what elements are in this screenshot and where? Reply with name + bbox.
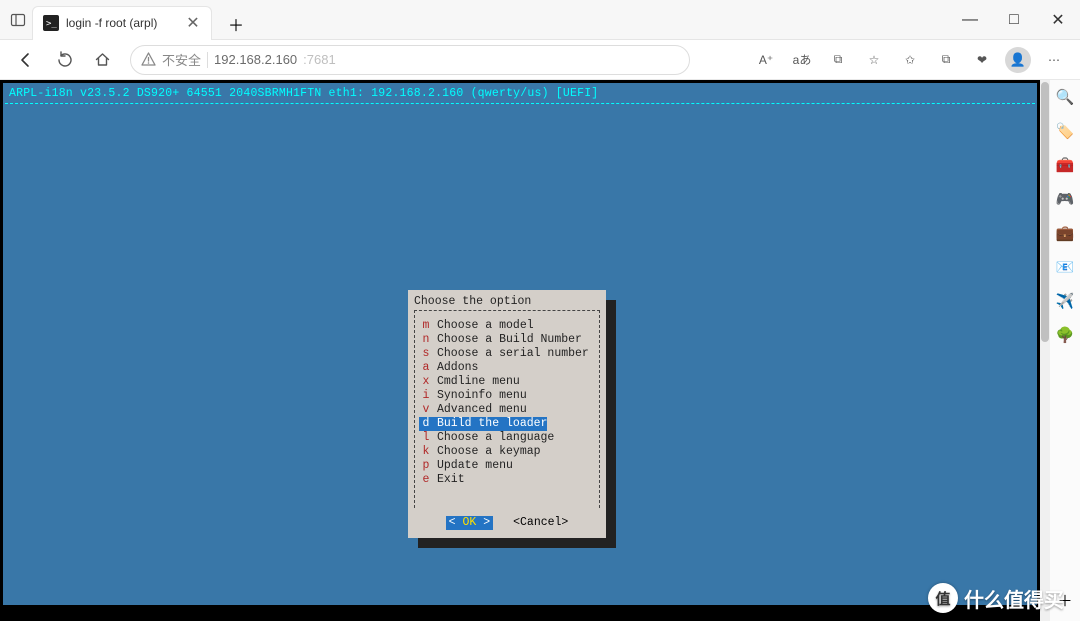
address-divider xyxy=(207,52,208,68)
browser-tab[interactable]: >_ login -f root (arpl) ✕ xyxy=(32,6,212,40)
menu-item[interactable]: kChoose a keymap xyxy=(419,445,595,459)
menu-item-key: x xyxy=(419,375,433,389)
scrollbar-thumb[interactable] xyxy=(1041,82,1049,342)
scrollbar-track[interactable] xyxy=(1040,80,1050,621)
menu-item-label: Addons xyxy=(433,361,478,375)
menu-item[interactable]: dBuild the loader xyxy=(419,417,595,431)
terminal-divider xyxy=(5,103,1035,104)
back-button[interactable] xyxy=(10,44,42,76)
menu-item-label: Exit xyxy=(433,473,465,487)
menu-item-key: l xyxy=(419,431,433,445)
menu-item-label: Choose a Build Number xyxy=(433,333,582,347)
sidebar-games-icon[interactable]: 🎮 xyxy=(1054,188,1076,210)
viewport-wrap: ARPL-i18n v23.5.2 DS920+ 64551 2040SBRMH… xyxy=(0,80,1080,621)
dialog-title: Choose the option xyxy=(414,295,531,309)
svg-text:>_: >_ xyxy=(46,19,57,29)
sidebar-tree-icon[interactable]: 🌳 xyxy=(1054,324,1076,346)
profile-avatar[interactable]: 👤 xyxy=(1002,44,1034,76)
maximize-button[interactable]: □ xyxy=(992,0,1036,40)
favorite-icon[interactable]: ☆ xyxy=(858,44,890,76)
refresh-button[interactable] xyxy=(48,44,80,76)
titlebar-left: >_ login -f root (arpl) ✕ ＋ xyxy=(0,0,250,39)
terminal-header: ARPL-i18n v23.5.2 DS920+ 64551 2040SBRMH… xyxy=(3,83,1037,103)
ok-button-label: OK xyxy=(462,516,476,529)
toolbar: 不安全 192.168.2.160 :7681 A⁺ aあ ⧉ ☆ ✩ ⧉ ❤ 👤… xyxy=(0,40,1080,80)
sidebar-search-icon[interactable]: 🔍 xyxy=(1054,86,1076,108)
sidebar-tools-icon[interactable]: 🧰 xyxy=(1054,154,1076,176)
avatar-icon: 👤 xyxy=(1005,47,1031,73)
menu-item-key: s xyxy=(419,347,433,361)
menu-item-key: d xyxy=(419,417,433,431)
sidebar-outlook-icon[interactable]: 📧 xyxy=(1054,256,1076,278)
menu-icon[interactable]: ⋯ xyxy=(1038,44,1070,76)
menu-item-label: Advanced menu xyxy=(433,403,527,417)
menu-item-key: k xyxy=(419,445,433,459)
sidebar-telegram-icon[interactable]: ✈️ xyxy=(1054,290,1076,312)
menu-item-label: Choose a model xyxy=(433,319,534,333)
menu-item-label: Synoinfo menu xyxy=(433,389,527,403)
sidebar-wallet-icon[interactable]: 💼 xyxy=(1054,222,1076,244)
insecure-icon xyxy=(141,52,156,67)
security-label: 不安全 xyxy=(162,50,201,69)
menu-item-label: Build the loader xyxy=(433,417,547,431)
tab-close-icon[interactable]: ✕ xyxy=(185,15,201,31)
dialog-inner: mChoose a modelnChoose a Build NumbersCh… xyxy=(414,310,600,508)
menu-item[interactable]: vAdvanced menu xyxy=(419,403,595,417)
menu-item-label: Choose a serial number xyxy=(433,347,589,361)
edge-sidebar: 🔍 🏷️ 🧰 🎮 💼 📧 ✈️ 🌳 ＋ xyxy=(1050,80,1080,621)
tab-title: login -f root (arpl) xyxy=(66,16,178,30)
window-controls: — □ ✕ xyxy=(948,0,1080,39)
menu-item[interactable]: eExit xyxy=(419,473,595,487)
dialog: Choose the option mChoose a modelnChoose… xyxy=(408,290,606,538)
url-host: 192.168.2.160 xyxy=(214,52,297,67)
favicon-terminal-icon: >_ xyxy=(43,15,59,31)
menu-item[interactable]: nChoose a Build Number xyxy=(419,333,595,347)
cancel-button[interactable]: <Cancel> xyxy=(513,516,568,530)
menu-item-key: m xyxy=(419,319,433,333)
address-bar[interactable]: 不安全 192.168.2.160 :7681 xyxy=(130,45,690,75)
new-tab-button[interactable]: ＋ xyxy=(222,10,250,38)
url-port: :7681 xyxy=(303,52,336,67)
collections-icon[interactable]: ⧉ xyxy=(930,44,962,76)
menu-item[interactable]: pUpdate menu xyxy=(419,459,595,473)
menu-item-key: n xyxy=(419,333,433,347)
menu-item[interactable]: iSynoinfo menu xyxy=(419,389,595,403)
menu-item[interactable]: aAddons xyxy=(419,361,595,375)
minimize-button[interactable]: — xyxy=(948,0,992,40)
translate-icon[interactable]: aあ xyxy=(786,44,818,76)
split-screen-icon[interactable]: ⧉ xyxy=(822,44,854,76)
menu-item-key: v xyxy=(419,403,433,417)
home-button[interactable] xyxy=(86,44,118,76)
close-window-button[interactable]: ✕ xyxy=(1036,0,1080,40)
tab-manager-icon[interactable] xyxy=(8,10,28,30)
read-aloud-icon[interactable]: A⁺ xyxy=(750,44,782,76)
performance-icon[interactable]: ❤ xyxy=(966,44,998,76)
page-content: ARPL-i18n v23.5.2 DS920+ 64551 2040SBRMH… xyxy=(0,80,1040,621)
sidebar-shopping-icon[interactable]: 🏷️ xyxy=(1054,120,1076,142)
terminal[interactable]: ARPL-i18n v23.5.2 DS920+ 64551 2040SBRMH… xyxy=(3,83,1037,605)
menu-item-key: a xyxy=(419,361,433,375)
menu-item-label: Update menu xyxy=(433,459,513,473)
menu-item[interactable]: sChoose a serial number xyxy=(419,347,595,361)
menu-item[interactable]: lChoose a language xyxy=(419,431,595,445)
menu-list: mChoose a modelnChoose a Build NumbersCh… xyxy=(419,319,595,487)
menu-item-label: Choose a keymap xyxy=(433,445,541,459)
favorites-list-icon[interactable]: ✩ xyxy=(894,44,926,76)
menu-item-label: Choose a language xyxy=(433,431,554,445)
menu-item-label: Cmdline menu xyxy=(433,375,520,389)
toolbar-right: A⁺ aあ ⧉ ☆ ✩ ⧉ ❤ 👤 ⋯ xyxy=(750,44,1070,76)
ok-button[interactable]: < OK > xyxy=(446,516,493,530)
titlebar: >_ login -f root (arpl) ✕ ＋ — □ ✕ xyxy=(0,0,1080,40)
menu-item[interactable]: mChoose a model xyxy=(419,319,595,333)
menu-item-key: e xyxy=(419,473,433,487)
sidebar-add-icon[interactable]: ＋ xyxy=(1054,589,1076,611)
menu-item-key: p xyxy=(419,459,433,473)
dialog-buttons: < OK > <Cancel> xyxy=(408,516,606,530)
menu-item-key: i xyxy=(419,389,433,403)
menu-item[interactable]: xCmdline menu xyxy=(419,375,595,389)
